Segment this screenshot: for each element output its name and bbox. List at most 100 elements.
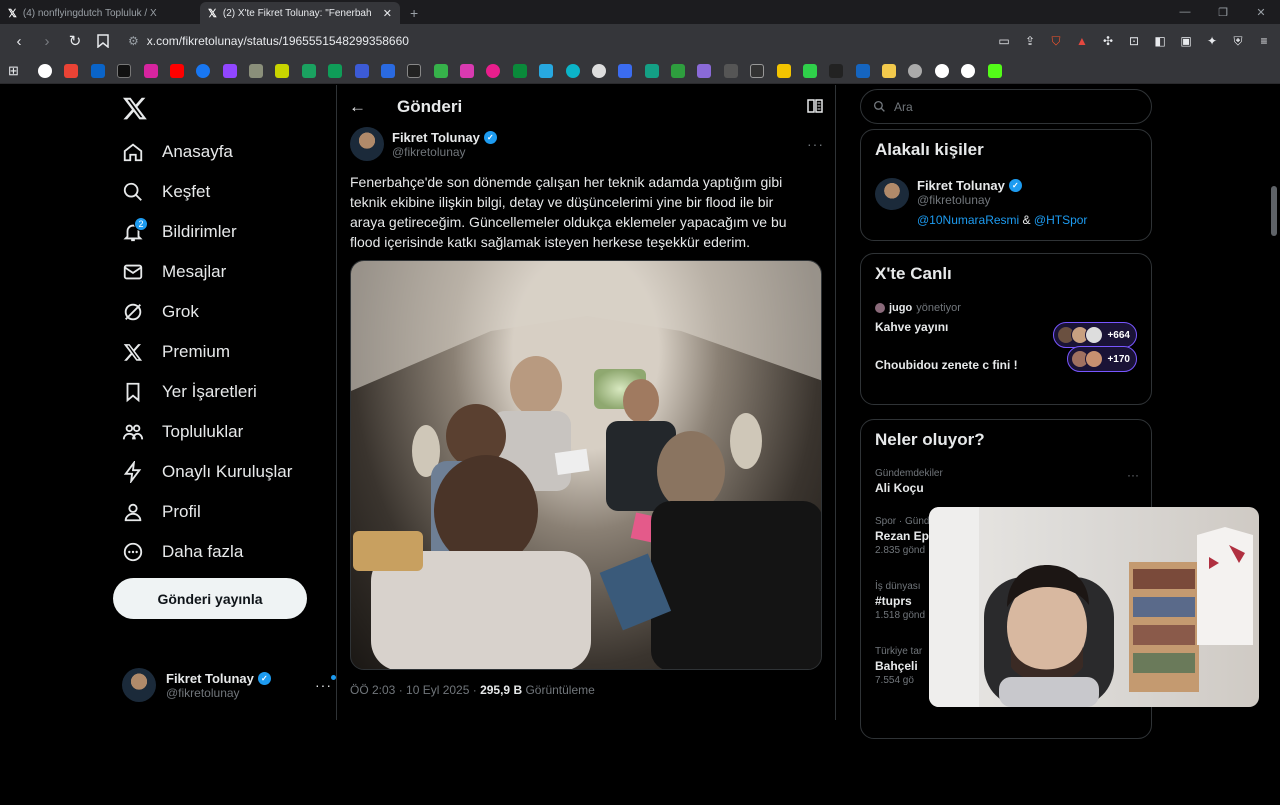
app-icon[interactable] (618, 63, 633, 78)
bookmark-page-button[interactable] (92, 30, 114, 52)
menu-icon[interactable]: ≡ (1256, 33, 1272, 49)
share-icon[interactable]: ⇪ (1022, 33, 1038, 49)
nav-grok[interactable]: Grok (122, 294, 199, 330)
nav-profile[interactable]: Profil (122, 494, 201, 530)
leo-ai-icon[interactable]: ✦ (1204, 33, 1220, 49)
live-space[interactable]: Choubidou zenete c fini ! +170 (875, 346, 1137, 372)
avatar[interactable] (350, 127, 384, 161)
mention-link[interactable]: @10NumaraResmi (917, 213, 1019, 227)
cast-icon[interactable]: ▭ (996, 33, 1012, 49)
app-icon[interactable] (697, 63, 712, 78)
google-icon[interactable] (961, 63, 976, 78)
reader-view-icon[interactable] (807, 98, 823, 116)
app-icon[interactable] (829, 63, 844, 78)
kick-icon[interactable] (987, 63, 1002, 78)
app-icon[interactable] (486, 63, 501, 78)
nav-notifications[interactable]: 2 Bildirimler (122, 214, 237, 250)
site-settings-icon[interactable]: ⚙ (128, 34, 139, 48)
minimize-button[interactable]: — (1166, 6, 1204, 18)
app-icon[interactable] (301, 63, 316, 78)
tweet-timestamp[interactable]: ÖÖ 2:03 · 10 Eyl 2025 · (350, 683, 480, 697)
gmail-icon[interactable] (64, 63, 79, 78)
author-handle[interactable]: @fikretolunay (392, 145, 497, 159)
account-handle: @fikretolunay (166, 685, 240, 700)
nav-premium[interactable]: Premium (122, 334, 230, 370)
nav-messages[interactable]: Mesajlar (122, 254, 226, 290)
app-icon[interactable] (512, 63, 527, 78)
url-field[interactable]: ⚙ x.com/fikretolunay/status/196555154829… (120, 28, 920, 54)
page-scrollbar[interactable] (1268, 170, 1280, 805)
app-icon[interactable] (249, 63, 264, 78)
app-icon[interactable] (380, 63, 395, 78)
post-button[interactable]: Gönderi yayınla (113, 578, 307, 619)
app-icon[interactable] (460, 63, 475, 78)
sheets-icon[interactable] (328, 63, 343, 78)
new-tab-button[interactable]: + (400, 2, 428, 24)
related-person[interactable]: Fikret Tolunay ✓ @fikretolunay @10NumaraR… (875, 178, 1087, 227)
app-icon[interactable] (354, 63, 369, 78)
forward-button[interactable]: › (36, 30, 58, 52)
more-options-icon[interactable]: ··· (315, 675, 336, 693)
app-icon[interactable] (539, 63, 554, 78)
reload-button[interactable]: ↻ (64, 30, 86, 52)
live-space[interactable]: jugo yönetiyor Kahve yayını +664 (875, 302, 1137, 348)
browser-tab-1[interactable]: 𝕏 (4) nonflyingdutch Topluluk / X (0, 2, 200, 24)
app-icon[interactable] (407, 63, 422, 78)
app-icon[interactable] (750, 63, 765, 78)
app-icon[interactable] (644, 63, 659, 78)
app-icon[interactable] (671, 63, 686, 78)
nav-home[interactable]: Anasayfa (122, 134, 233, 170)
account-switcher[interactable]: Fikret Tolunay ✓ @fikretolunay ··· (122, 665, 336, 705)
screenshot-icon[interactable]: ⊡ (1126, 33, 1142, 49)
app-icon[interactable] (855, 63, 870, 78)
app-icon[interactable] (433, 63, 448, 78)
x-icon[interactable] (117, 63, 132, 78)
folder-icon[interactable] (882, 63, 897, 78)
nav-explore[interactable]: Keşfet (122, 174, 210, 210)
mention-link[interactable]: @HTSpor (1034, 213, 1088, 227)
app-icon[interactable] (275, 63, 290, 78)
twitch-icon[interactable] (222, 63, 237, 78)
app-icon[interactable] (802, 63, 817, 78)
nav-communities[interactable]: Topluluklar (122, 414, 243, 450)
back-button[interactable]: ‹ (8, 30, 30, 52)
extensions-icon[interactable]: ✣ (1100, 33, 1116, 49)
tweet-photo[interactable] (350, 260, 822, 670)
nav-more[interactable]: Daha fazla (122, 534, 243, 570)
person-name-row: Fikret Tolunay ✓ (917, 178, 1087, 193)
listener-count-text: +170 (1107, 353, 1130, 365)
nav-verified-orgs[interactable]: Onaylı Kuruluşlar (122, 454, 292, 490)
app-icon[interactable] (591, 63, 606, 78)
close-tab-icon[interactable]: ✕ (383, 7, 392, 20)
back-arrow-icon[interactable]: ← (349, 97, 389, 117)
maximize-button[interactable]: ❐ (1204, 6, 1242, 19)
tweet-more-icon[interactable]: ··· (807, 136, 824, 152)
app-icon[interactable] (776, 63, 791, 78)
facebook-icon[interactable] (196, 63, 211, 78)
sidebar-icon[interactable]: ◧ (1152, 33, 1168, 49)
nav-bookmarks[interactable]: Yer İşaretleri (122, 374, 257, 410)
x-logo-icon[interactable] (122, 95, 148, 121)
close-window-button[interactable]: ✕ (1242, 6, 1280, 19)
app-icon[interactable] (565, 63, 580, 78)
app-icon[interactable] (723, 63, 738, 78)
wallet-icon[interactable]: ▣ (1178, 33, 1194, 49)
brave-shield-icon[interactable]: ⛉ (1048, 33, 1064, 49)
scrollbar-thumb[interactable] (1271, 186, 1277, 236)
author-name[interactable]: Fikret Tolunay (392, 130, 480, 145)
instagram-icon[interactable] (143, 63, 158, 78)
jet-cabin-photo (351, 261, 821, 669)
listener-count: +664 (1053, 322, 1137, 348)
rewards-icon[interactable]: ▲ (1074, 33, 1090, 49)
youtube-icon[interactable] (169, 63, 184, 78)
vpn-icon[interactable]: ⛨ (1230, 33, 1246, 49)
trend-item[interactable]: Gündemdekiler Ali Koçu ··· (875, 468, 1139, 495)
trend-more-icon[interactable]: ··· (1127, 468, 1139, 482)
apps-grid-icon[interactable]: ⊞ (8, 63, 19, 79)
google-icon[interactable] (38, 63, 53, 78)
google-icon[interactable] (934, 63, 949, 78)
outlook-icon[interactable] (90, 63, 105, 78)
search-box[interactable]: Ara (860, 89, 1152, 124)
link-icon[interactable] (908, 63, 923, 78)
browser-tab-2[interactable]: 𝕏 (2) X'te Fikret Tolunay: "Fenerbah ✕ (200, 2, 400, 24)
